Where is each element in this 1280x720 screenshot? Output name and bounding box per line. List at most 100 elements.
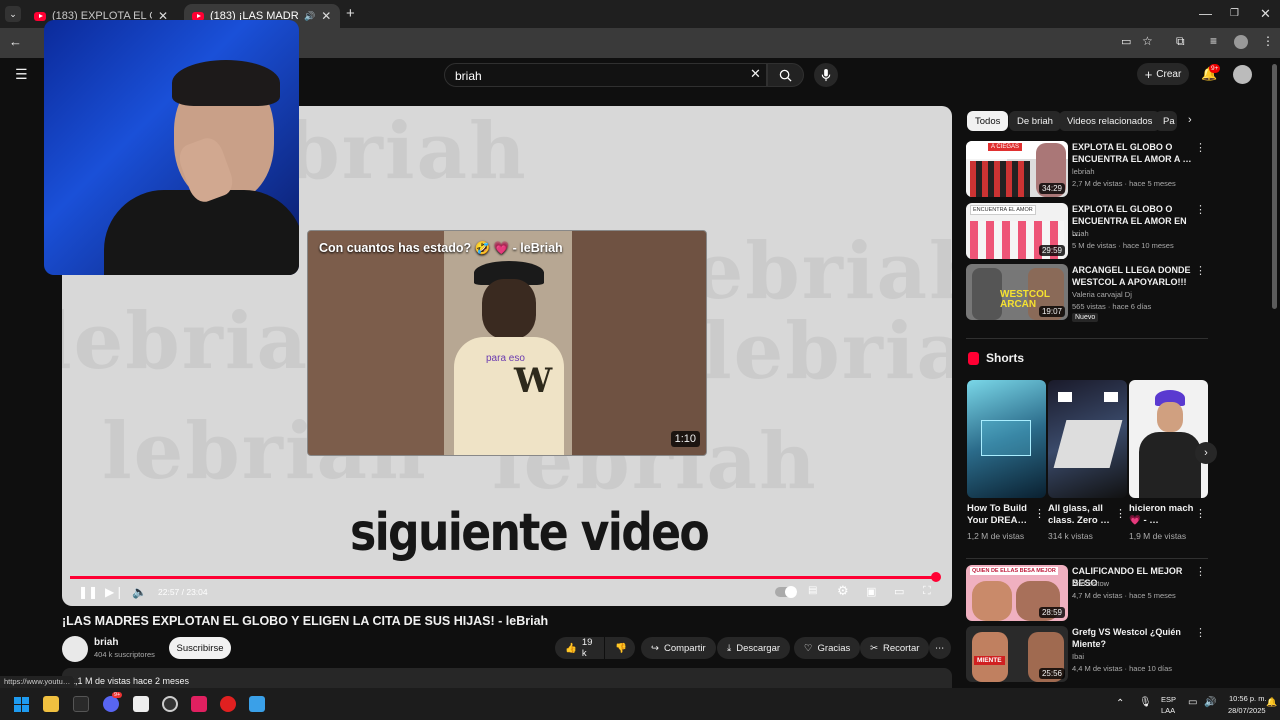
more-options-icon[interactable]: ⋮ — [1195, 264, 1206, 277]
clear-search-icon[interactable]: ✕ — [750, 66, 761, 82]
chip-todos[interactable]: Todos — [967, 111, 1009, 131]
progress-scrubber[interactable] — [930, 572, 941, 582]
download-icon: ⤓ — [727, 642, 732, 654]
chips-next-chevron-icon[interactable]: › — [1188, 114, 1192, 126]
close-window-icon[interactable]: ✕ — [1260, 6, 1271, 22]
tab-search-dropdown[interactable]: ⌄ — [5, 6, 21, 22]
voice-search-button[interactable] — [814, 63, 838, 87]
thumbnail-badge: MIENTE — [974, 656, 1005, 665]
endcard-background — [308, 231, 444, 455]
progress-bar[interactable] — [70, 576, 936, 579]
thanks-button[interactable]: ♡ Gracias — [794, 637, 861, 659]
more-options-icon[interactable]: ⋮ — [1034, 507, 1045, 520]
short-views: 314 k vistas — [1048, 531, 1093, 541]
youtube-app-icon[interactable] — [220, 696, 236, 712]
short-thumbnail[interactable] — [967, 380, 1046, 498]
profile-avatar[interactable] — [1234, 35, 1248, 49]
short-views: 1,2 M de vistas — [967, 531, 1025, 541]
restore-icon[interactable]: ❐ — [1230, 8, 1239, 19]
network-icon[interactable]: ▭ — [1188, 697, 1197, 708]
more-options-icon[interactable]: ⋮ — [1115, 507, 1126, 520]
more-options-icon[interactable]: ⋮ — [1195, 565, 1206, 578]
terminal-icon[interactable] — [73, 696, 89, 712]
autoplay-toggle[interactable] — [775, 586, 797, 598]
related-video-item[interactable]: A CIEGAS 34:29 EXPLOTA EL GLOBO O ENCUEN… — [966, 141, 1208, 199]
volume-tray-icon[interactable]: 🔊 — [1204, 697, 1216, 708]
file-explorer-icon[interactable] — [43, 696, 59, 712]
short-thumbnail[interactable] — [1129, 380, 1208, 498]
channel-name[interactable]: briah — [94, 637, 118, 648]
subtitles-icon[interactable]: ▤ — [808, 585, 817, 596]
more-options-icon[interactable]: ⋮ — [1195, 507, 1206, 520]
next-video-icon[interactable]: ▶❘ — [105, 585, 124, 599]
search-button[interactable] — [767, 63, 804, 87]
app-icon[interactable] — [249, 696, 265, 712]
clock-time[interactable]: 10:56 p. m. — [1229, 694, 1267, 703]
short-title[interactable]: How To Build Your DREA… — [967, 503, 1037, 527]
short-title[interactable]: All glass, all class. Zero … — [1048, 503, 1118, 527]
search-input[interactable]: briah — [444, 63, 767, 87]
notepad-icon[interactable] — [133, 696, 149, 712]
theater-mode-icon[interactable]: ▭ — [894, 585, 904, 598]
thanks-heart-icon: ♡ — [804, 642, 813, 654]
browser-menu-icon[interactable]: ⋮ — [1262, 34, 1274, 48]
tray-mic-icon[interactable]: 🎙 — [1139, 697, 1152, 708]
short-title[interactable]: hicieron mach 💗 - … — [1129, 503, 1199, 527]
video-duration: 28:59 — [1038, 607, 1065, 618]
search-icon — [779, 69, 792, 82]
download-button[interactable]: ⤓ Descargar — [717, 637, 791, 659]
video-title: ARCANGEL LLEGA DONDE WESTCOL A APOYARLO!… — [1072, 265, 1191, 287]
related-video-item[interactable]: MIENTE 25:56 Grefg VS Westcol ¿Quién Mie… — [966, 626, 1208, 684]
tiktok-icon[interactable] — [191, 696, 207, 712]
related-video-item[interactable]: ENCUENTRA EL AMOR 29:59 EXPLOTA EL GLOBO… — [966, 203, 1208, 261]
share-icon: ↪ — [651, 642, 659, 654]
shorts-next-chevron-icon[interactable]: › — [1195, 442, 1217, 464]
video-meta: 2,7 M de vistas · hace 5 meses — [1072, 179, 1176, 188]
more-actions-button[interactable]: ⋯ — [929, 637, 951, 659]
discord-icon[interactable]: 9+ — [103, 692, 123, 712]
miniplayer-icon[interactable]: ▣ — [866, 585, 876, 598]
notification-center-icon[interactable]: 🔔 — [1266, 697, 1277, 708]
dislike-button[interactable]: 👎 — [605, 637, 635, 659]
subscribe-button[interactable]: Suscribirse — [169, 637, 231, 659]
audio-playing-icon[interactable]: 🔊 — [304, 11, 315, 22]
endscreen-video-card[interactable]: W para eso Con cuantos has estado? 🤣 💗 -… — [307, 230, 707, 456]
settings-gear-icon[interactable]: ⚙ — [837, 583, 849, 599]
close-tab-icon[interactable]: ✕ — [321, 9, 331, 23]
volume-icon[interactable]: 🔈 — [132, 585, 147, 599]
channel-avatar[interactable] — [62, 636, 88, 662]
youtube-favicon-icon — [34, 11, 46, 21]
like-button[interactable]: 👍 19 k — [555, 637, 604, 659]
video-thumbnail: MIENTE 25:56 — [966, 626, 1068, 682]
input-language[interactable]: ESP — [1161, 695, 1176, 704]
pause-icon[interactable]: ❚❚ — [78, 585, 98, 599]
cast-icon[interactable]: ▭ — [1121, 35, 1131, 48]
hamburger-menu-icon[interactable]: ☰ — [15, 66, 28, 83]
extensions-icon[interactable]: ⧉ — [1176, 34, 1185, 49]
back-arrow-icon[interactable]: ← — [9, 34, 22, 49]
video-duration: 29:59 — [1038, 245, 1065, 256]
fullscreen-icon[interactable]: ⛶ — [923, 585, 931, 598]
related-video-item[interactable]: WESTCOL ARCAN 19:07 ARCANGEL LLEGA DONDE… — [966, 264, 1208, 326]
account-avatar[interactable] — [1233, 65, 1252, 84]
chip-partial[interactable]: Pa — [1155, 111, 1177, 131]
more-options-icon[interactable]: ⋮ — [1195, 203, 1206, 216]
short-thumbnail[interactable] — [1048, 380, 1127, 498]
clip-button[interactable]: ✂ Recortar — [860, 637, 930, 659]
minimize-icon[interactable]: — — [1199, 6, 1212, 21]
related-video-item[interactable]: QUIEN DE ELLAS BESA MEJOR 28:59 CALIFICA… — [966, 565, 1208, 623]
chrome-icon[interactable] — [162, 696, 178, 712]
new-tab-button[interactable]: + — [346, 5, 355, 22]
chip-videos-relacionados[interactable]: Videos relacionados — [1059, 111, 1161, 131]
tray-chevron-icon[interactable]: ⌃ — [1116, 698, 1124, 709]
windows-start-icon[interactable] — [14, 697, 29, 712]
media-controls-icon[interactable]: ≡ — [1210, 34, 1217, 48]
page-scrollbar[interactable] — [1272, 64, 1277, 309]
notifications-button[interactable]: 🔔 9+ — [1201, 64, 1221, 82]
bookmark-star-icon[interactable]: ☆ — [1142, 34, 1153, 48]
chip-de-briah[interactable]: De briah — [1009, 111, 1061, 131]
create-button[interactable]: + Crear — [1137, 63, 1189, 85]
more-options-icon[interactable]: ⋮ — [1195, 141, 1206, 154]
share-button[interactable]: ↪ Compartir — [641, 637, 716, 659]
more-options-icon[interactable]: ⋮ — [1195, 626, 1206, 639]
